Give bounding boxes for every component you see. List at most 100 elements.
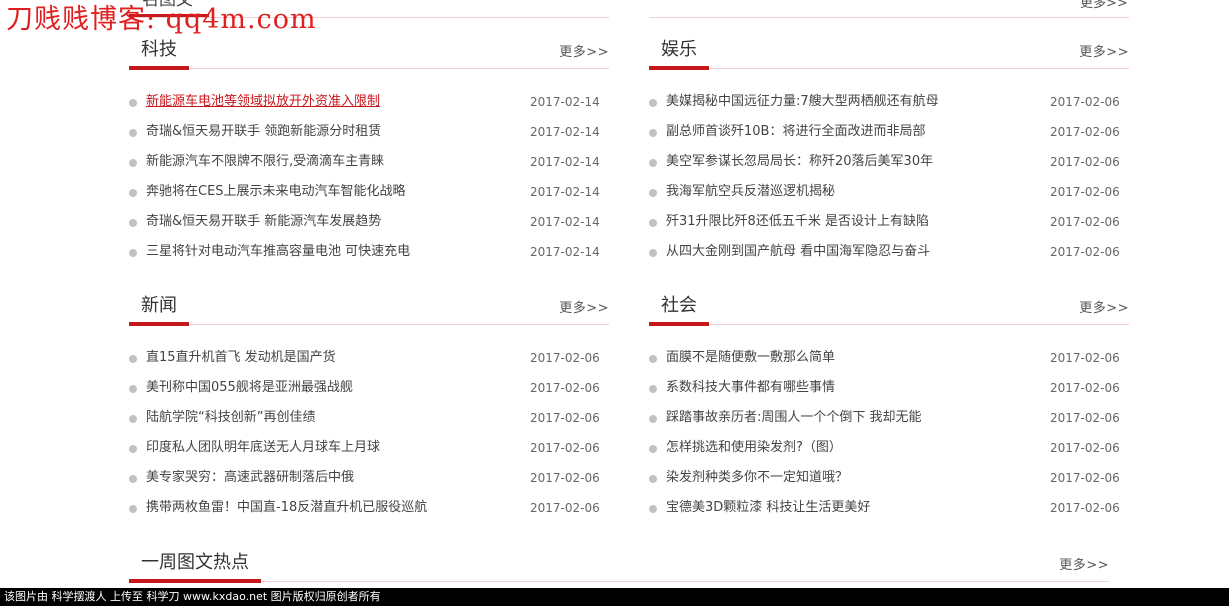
list-item[interactable]: 从四大金刚到国产航母 看中国海军隐忍与奋斗 2017-02-06 [649,237,1129,267]
list-item[interactable]: 奇瑞&恒天易开联手 新能源汽车发展趋势 2017-02-14 [129,207,609,237]
news-date: 2017-02-06 [1050,471,1120,485]
bullet-icon [129,475,137,483]
news-date: 2017-02-14 [530,155,600,169]
list-item[interactable]: 奇瑞&恒天易开联手 领跑新能源分时租赁 2017-02-14 [129,117,609,147]
news-list: 新能源车电池等领域拟放开外资准入限制 2017-02-14 奇瑞&恒天易开联手 领… [129,87,609,267]
news-date: 2017-02-06 [1050,411,1120,425]
list-item[interactable]: 直15直升机首飞 发动机是国产货 2017-02-06 [129,343,609,373]
section-entertainment: 娱乐 更多>> 美媒揭秘中国远征力量:7艘大型两栖舰还有航母 2017-02-06… [649,37,1129,267]
list-item[interactable]: 宝德美3D颗粒漆 科技让生活更美好 2017-02-06 [649,493,1129,523]
news-title[interactable]: 怎样挑选和使用染发剂?（图） [666,433,842,463]
section-title[interactable]: 社会 [661,293,697,319]
list-item[interactable]: 怎样挑选和使用染发剂?（图） 2017-02-06 [649,433,1129,463]
list-item[interactable]: 印度私人团队明年底送无人月球车上月球 2017-02-06 [129,433,609,463]
news-title[interactable]: 面膜不是随便敷一敷那么简单 [666,343,835,373]
news-title[interactable]: 踩踏事故亲历者:周围人一个个倒下 我却无能 [666,403,922,433]
news-date: 2017-02-06 [1050,95,1120,109]
news-title[interactable]: 我海军航空兵反潜巡逻机揭秘 [666,177,835,207]
list-item[interactable]: 新能源汽车不限牌不限行,受滴滴车主青睐 2017-02-14 [129,147,609,177]
watermark: 刀贱贱博客: qq4m.com [6,4,317,35]
list-item[interactable]: 副总师首谈歼10B：将进行全面改进而非局部 2017-02-06 [649,117,1129,147]
news-title[interactable]: 奔驰将在CES上展示未来电动汽车智能化战略 [146,177,406,207]
list-item[interactable]: 携带两枚鱼雷！中国直-18反潜直升机已服役巡航 2017-02-06 [129,493,609,523]
section-title-underline [649,66,709,70]
news-title[interactable]: 奇瑞&恒天易开联手 新能源汽车发展趋势 [146,207,381,237]
news-title[interactable]: 系数科技大事件都有哪些事情 [666,373,835,403]
section-header: 娱乐 更多>> [649,37,1129,70]
image-credit-bar: 该图片由 科学摆渡人 上传至 科学刀 www.kxdao.net 图片版权归原创… [0,588,1229,606]
section-weekly-hot: 一周图文热点 更多>> [129,550,1109,584]
news-title[interactable]: 染发剂种类多你不一定知道哦？ [666,463,848,493]
prev-section-divider-right [649,17,1129,18]
more-link[interactable]: 更多>> [559,297,609,316]
bullet-icon [129,99,137,107]
more-link[interactable]: 更多>> [1079,41,1129,60]
bullet-icon [129,385,137,393]
news-date: 2017-02-14 [530,125,600,139]
list-item[interactable]: 我海军航空兵反潜巡逻机揭秘 2017-02-06 [649,177,1129,207]
section-title[interactable]: 一周图文热点 [141,550,249,576]
list-item[interactable]: 踩踏事故亲历者:周围人一个个倒下 我却无能 2017-02-06 [649,403,1129,433]
more-link[interactable]: 更多>> [1079,297,1129,316]
bullet-icon [129,445,137,453]
bullet-icon [649,505,657,513]
news-list: 美媒揭秘中国远征力量:7艘大型两栖舰还有航母 2017-02-06 副总师首谈歼1… [649,87,1129,267]
section-society: 社会 更多>> 面膜不是随便敷一敷那么简单 2017-02-06 系数科技大事件都… [649,293,1129,523]
news-title[interactable]: 歼31升限比歼8还低五千米 是否设计上有缺陷 [666,207,929,237]
bullet-icon [129,355,137,363]
news-title[interactable]: 陆航学院“科技创新”再创佳绩 [146,403,315,433]
news-title[interactable]: 美空军参谋长忽局局长：称歼20落后美军30年 [666,147,933,177]
prev-section-more-link[interactable]: 更多>> [1080,0,1128,11]
news-list: 直15直升机首飞 发动机是国产货 2017-02-06 美刊称中国055舰将是亚洲… [129,343,609,523]
news-date: 2017-02-14 [530,215,600,229]
news-title[interactable]: 从四大金刚到国产航母 看中国海军隐忍与奋斗 [666,237,930,267]
news-date: 2017-02-14 [530,95,600,109]
list-item[interactable]: 美专家哭穷：高速武器研制落后中俄 2017-02-06 [129,463,609,493]
list-item[interactable]: 三星将针对电动汽车推高容量电池 可快速充电 2017-02-14 [129,237,609,267]
bullet-icon [129,415,137,423]
news-date: 2017-02-06 [1050,351,1120,365]
news-date: 2017-02-06 [1050,245,1120,259]
list-item[interactable]: 染发剂种类多你不一定知道哦？ 2017-02-06 [649,463,1129,493]
news-title[interactable]: 印度私人团队明年底送无人月球车上月球 [146,433,380,463]
more-link[interactable]: 更多>> [559,41,609,60]
section-news: 新闻 更多>> 直15直升机首飞 发动机是国产货 2017-02-06 美刊称中国… [129,293,609,523]
section-title[interactable]: 娱乐 [661,37,697,63]
section-title-underline [129,322,189,326]
news-title[interactable]: 携带两枚鱼雷！中国直-18反潜直升机已服役巡航 [146,493,427,523]
list-item[interactable]: 美刊称中国055舰将是亚洲最强战舰 2017-02-06 [129,373,609,403]
section-header: 科技 更多>> [129,37,609,70]
news-date: 2017-02-06 [530,411,600,425]
news-title[interactable]: 美刊称中国055舰将是亚洲最强战舰 [146,373,353,403]
news-title[interactable]: 奇瑞&恒天易开联手 领跑新能源分时租赁 [146,117,381,147]
list-item[interactable]: 陆航学院“科技创新”再创佳绩 2017-02-06 [129,403,609,433]
list-item[interactable]: 系数科技大事件都有哪些事情 2017-02-06 [649,373,1129,403]
bullet-icon [129,159,137,167]
more-link[interactable]: 更多>> [1059,554,1109,573]
news-date: 2017-02-14 [530,245,600,259]
section-title[interactable]: 科技 [141,37,177,63]
section-header: 新闻 更多>> [129,293,609,326]
news-title[interactable]: 美专家哭穷：高速武器研制落后中俄 [146,463,354,493]
news-title[interactable]: 新能源车电池等领域拟放开外资准入限制 [146,87,380,117]
news-date: 2017-02-06 [530,501,600,515]
bullet-icon [129,129,137,137]
news-date: 2017-02-06 [1050,215,1120,229]
list-item[interactable]: 奔驰将在CES上展示未来电动汽车智能化战略 2017-02-14 [129,177,609,207]
news-title[interactable]: 三星将针对电动汽车推高容量电池 可快速充电 [146,237,410,267]
news-title[interactable]: 美媒揭秘中国远征力量:7艘大型两栖舰还有航母 [666,87,939,117]
news-title[interactable]: 副总师首谈歼10B：将进行全面改进而非局部 [666,117,925,147]
list-item[interactable]: 美空军参谋长忽局局长：称歼20落后美军30年 2017-02-06 [649,147,1129,177]
section-title-underline [129,66,189,70]
list-item[interactable]: 美媒揭秘中国远征力量:7艘大型两栖舰还有航母 2017-02-06 [649,87,1129,117]
news-title[interactable]: 直15直升机首飞 发动机是国产货 [146,343,336,373]
news-title[interactable]: 宝德美3D颗粒漆 科技让生活更美好 [666,493,870,523]
bullet-icon [649,475,657,483]
news-date: 2017-02-14 [530,185,600,199]
list-item[interactable]: 歼31升限比歼8还低五千米 是否设计上有缺陷 2017-02-06 [649,207,1129,237]
list-item[interactable]: 新能源车电池等领域拟放开外资准入限制 2017-02-14 [129,87,609,117]
bullet-icon [129,189,137,197]
news-title[interactable]: 新能源汽车不限牌不限行,受滴滴车主青睐 [146,147,384,177]
list-item[interactable]: 面膜不是随便敷一敷那么简单 2017-02-06 [649,343,1129,373]
section-title[interactable]: 新闻 [141,293,177,319]
